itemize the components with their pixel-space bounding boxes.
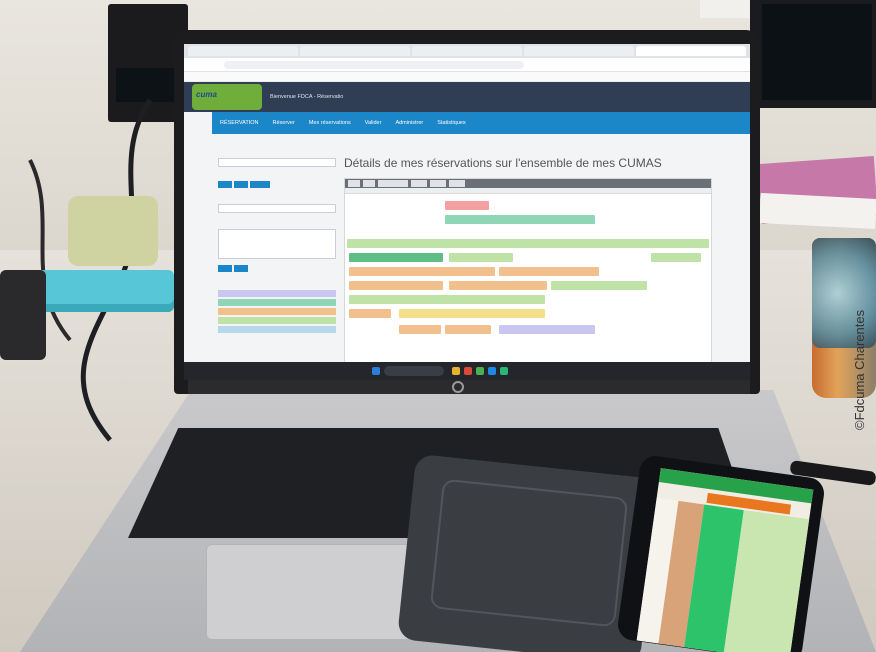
calendar-day-header [345, 188, 711, 194]
legend-item [218, 326, 336, 333]
sidebar-field [218, 204, 336, 213]
nav-item: Réserver [272, 120, 295, 126]
laptop-logo-icon [452, 381, 464, 393]
tablet-case-stitching [429, 478, 629, 628]
browser-tab [524, 46, 634, 56]
taskbar-app-icon [464, 367, 472, 375]
calendar-event [445, 325, 491, 334]
paper-sheet [759, 192, 876, 230]
calendar-event [499, 325, 595, 334]
calendar-event [445, 201, 489, 210]
photo-credit: ©Fdcuma Charentes [852, 309, 867, 430]
calendar-event [499, 267, 599, 276]
nav-item: RÉSERVATION [220, 120, 259, 126]
calendar-event [399, 309, 545, 318]
phone-planning-grid [636, 497, 810, 652]
windows-taskbar [184, 362, 750, 380]
laptop-screen: cuma Bienvenue FDCA - Réservatio RÉSERVA… [184, 44, 750, 380]
calendar-event [347, 239, 709, 248]
calendar-event [349, 253, 443, 262]
site-header: cuma Bienvenue FDCA - Réservatio [184, 82, 750, 112]
legend-item [218, 290, 336, 297]
calendar-event [449, 281, 547, 290]
tape-dispenser [68, 196, 158, 266]
nav-item: Valider [364, 120, 382, 126]
dark-pouch [0, 270, 46, 360]
legend-item [218, 299, 336, 306]
calendar-button [348, 180, 360, 187]
browser-addressbar [184, 58, 750, 72]
sidebar-textarea [218, 229, 336, 259]
sidebar-field [218, 158, 336, 167]
laptop-hinge [188, 380, 750, 394]
photo-scene: cuma Bienvenue FDCA - Réservatio RÉSERVA… [0, 0, 876, 652]
sidebar-button [218, 181, 232, 188]
browser-tab [412, 46, 522, 56]
nav-item: Statistiques [437, 120, 466, 126]
nav-item: Administrer [395, 120, 424, 126]
browser-tab [300, 46, 410, 56]
page-title: Détails de mes réservations sur l'ensemb… [344, 156, 662, 170]
calendar-button [363, 180, 375, 187]
calendar-event [551, 281, 647, 290]
reservation-calendar [344, 178, 712, 370]
calendar-button [378, 180, 408, 187]
calendar-event [349, 295, 545, 304]
nav-item: Mes réservations [308, 120, 351, 126]
taskbar-app-icon [476, 367, 484, 375]
sidebar-button-row [218, 181, 336, 188]
browser-bookmarks-bar [184, 72, 750, 82]
calendar-button [430, 180, 446, 187]
sidebar-button [234, 265, 248, 272]
back-monitor-right-screen [762, 4, 872, 100]
calendar-button [449, 180, 465, 187]
calendar-event [445, 215, 595, 224]
calendar-button [411, 180, 427, 187]
calendar-event [349, 267, 495, 276]
calendar-event [349, 309, 391, 318]
sidebar-button [250, 181, 270, 188]
calendar-event [651, 253, 701, 262]
taskbar-app-icon [372, 367, 380, 375]
legend-item [218, 317, 336, 324]
browser-tab-active [636, 46, 746, 56]
site-logo-text: cuma [196, 90, 217, 99]
taskbar-search [384, 366, 444, 376]
legend-item [218, 308, 336, 315]
url-field [224, 61, 524, 69]
site-nav: RÉSERVATION Réserver Mes réservations Va… [212, 112, 750, 134]
calendar-event [449, 253, 513, 262]
sidebar-button [218, 265, 232, 272]
calendar-toolbar [345, 179, 711, 188]
sidebar-button [234, 181, 248, 188]
filter-sidebar [218, 144, 336, 374]
sidebar-button-row [218, 265, 336, 272]
browser-tab [188, 46, 298, 56]
power-strip [34, 270, 174, 312]
browser-tabbar [184, 44, 750, 58]
site-welcome: Bienvenue FDCA - Réservatio [270, 94, 344, 100]
taskbar-app-icon [500, 367, 508, 375]
smartphone-screen [636, 468, 814, 652]
taskbar-app-icon [452, 367, 460, 375]
taskbar-app-icon [488, 367, 496, 375]
calendar-event [399, 325, 441, 334]
calendar-event [349, 281, 443, 290]
